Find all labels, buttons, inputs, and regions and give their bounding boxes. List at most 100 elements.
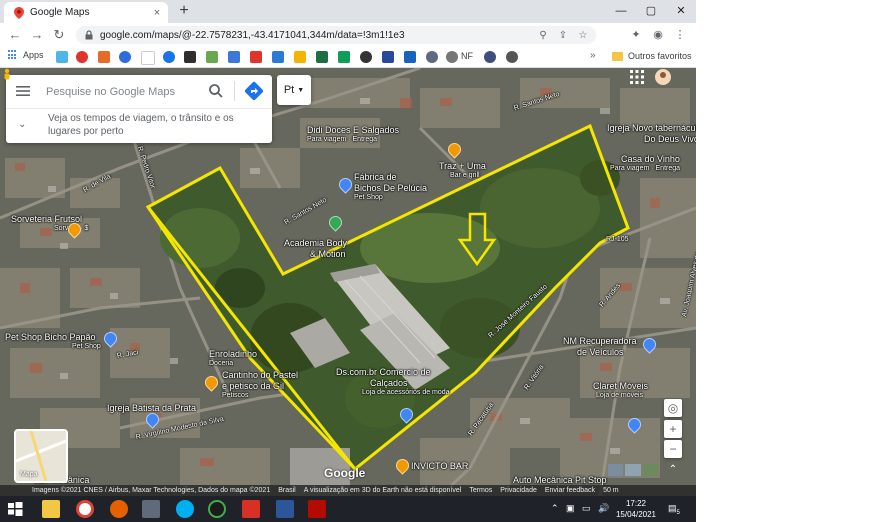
star-icon[interactable]: ☆	[576, 30, 590, 41]
extensions-icon[interactable]: ✦	[628, 27, 644, 43]
bookmark-icon[interactable]	[338, 51, 350, 63]
bookmark-icon[interactable]	[316, 51, 328, 63]
reload-button[interactable]: ↻	[50, 26, 68, 44]
map-label-traz[interactable]: Traz + Uma	[439, 161, 486, 171]
calculator-icon[interactable]	[142, 500, 160, 518]
map-label-enroladinho[interactable]: Enroladinho	[209, 349, 257, 359]
notification-count: 5	[676, 509, 680, 516]
map-label-petshop[interactable]: Pet Shop Bicho Papão	[5, 332, 96, 342]
word-icon[interactable]	[276, 500, 294, 518]
bookmark-icon[interactable]	[446, 51, 458, 63]
bookmark-icon[interactable]	[360, 51, 372, 63]
location-icon[interactable]: ⚲	[536, 30, 550, 41]
bookmark-icon[interactable]	[163, 51, 175, 63]
bookmarks-bar: Apps NF » Outros favoritos	[0, 47, 696, 68]
file-explorer-icon[interactable]	[42, 500, 60, 518]
country-link[interactable]: Brasil	[278, 487, 296, 494]
directions-icon[interactable]	[244, 81, 264, 101]
skype-icon[interactable]	[176, 500, 194, 518]
google-icon[interactable]	[141, 51, 155, 65]
volume-icon[interactable]: 🔊	[598, 503, 609, 514]
apps-grid-icon	[8, 50, 18, 60]
bookmark-icon[interactable]	[206, 51, 218, 63]
bookmark-icon[interactable]	[484, 51, 496, 63]
forward-button[interactable]: →	[28, 26, 46, 44]
back-button[interactable]: ←	[6, 26, 24, 44]
map-label-ds[interactable]: Ds.com.br Comercio de	[336, 367, 431, 377]
bookmark-icon[interactable]	[56, 51, 68, 63]
bookmark-folder-outros[interactable]: Outros favoritos	[612, 51, 692, 61]
acrobat-icon[interactable]	[308, 500, 326, 518]
map-label-nm[interactable]: NM Recuperadora	[563, 336, 637, 346]
install-icon[interactable]: ⇪	[556, 30, 570, 41]
app-icon[interactable]	[208, 500, 226, 518]
nearby-hint[interactable]: Veja os tempos de viagem, o trânsito e o…	[48, 112, 258, 138]
feedback-link[interactable]: Enviar feedback	[545, 487, 595, 494]
map-label-cantinho[interactable]: Cantinho do Pastel	[222, 370, 298, 380]
map-label-academia[interactable]: Academia Body	[284, 238, 347, 248]
map-sublabel-enroladinho: Doceria	[209, 360, 234, 367]
map-label-fabrica[interactable]: Fábrica de	[354, 172, 397, 182]
maximize-button[interactable]: ▢	[636, 2, 666, 20]
bookmark-icon[interactable]	[98, 51, 110, 63]
scale-bar[interactable]: 50 m	[603, 487, 619, 494]
bookmark-icon[interactable]	[228, 51, 240, 63]
pegman-icon[interactable]	[0, 68, 14, 82]
bookmark-icon[interactable]	[184, 51, 196, 63]
map-layer-toggle[interactable]: Mapa	[14, 429, 68, 483]
bookmark-icon[interactable]	[76, 51, 88, 63]
map-label-igreja-novo[interactable]: Igreja Novo tabernáculo	[607, 123, 696, 133]
bookmark-icon[interactable]	[426, 51, 438, 63]
map-label-igreja-batista[interactable]: Igreja Batista da Prata	[107, 403, 196, 413]
zoom-out-button[interactable]: −	[664, 440, 682, 458]
bookmark-icon[interactable]	[294, 51, 306, 63]
my-location-button[interactable]: ◎	[664, 399, 682, 417]
bookmarks-more-icon[interactable]: »	[590, 50, 596, 61]
search-icon[interactable]	[208, 83, 224, 99]
language-selector[interactable]: Pt ▼	[277, 75, 311, 105]
chrome-icon[interactable]	[76, 500, 94, 518]
terms-link[interactable]: Termos	[469, 487, 492, 494]
google-maps-pin-icon	[14, 6, 24, 19]
firefox-icon[interactable]	[110, 500, 128, 518]
map-label-auto[interactable]: Auto Mecânica Pit Stop	[513, 475, 607, 485]
profile-avatar[interactable]: ◉	[650, 27, 666, 43]
chevron-down-icon[interactable]: ⌄	[18, 119, 26, 130]
bookmark-nf[interactable]: NF	[461, 51, 473, 61]
map-label-invicto[interactable]: INVICTO BAR	[411, 461, 468, 471]
notification-icon[interactable]: ▤5	[668, 503, 680, 516]
bookmark-icon[interactable]	[272, 51, 284, 63]
bookmark-icon[interactable]	[119, 51, 131, 63]
bookmark-icon[interactable]	[250, 51, 262, 63]
imagery-thumbnails[interactable]	[608, 464, 658, 476]
bookmark-icon[interactable]	[382, 51, 394, 63]
taskbar-clock[interactable]: 17:22 15/04/2021	[614, 498, 658, 520]
network-icon[interactable]: ▭	[582, 503, 591, 514]
account-avatar-icon[interactable]	[654, 68, 672, 86]
satellite-map[interactable]: Didi Doces E Salgados Para viagem · Entr…	[0, 68, 696, 496]
new-tab-button[interactable]: +	[175, 2, 193, 20]
apps-grid-icon[interactable]	[628, 68, 646, 86]
search-input[interactable]	[44, 81, 208, 103]
bookmark-apps[interactable]: Apps	[8, 50, 44, 60]
app-icon[interactable]	[242, 500, 260, 518]
address-bar[interactable]: google.com/maps/@-22.7578231,-43.4171041…	[76, 26, 596, 44]
menu-icon[interactable]: ⋮	[672, 27, 688, 43]
tab-close-icon[interactable]: ×	[150, 7, 164, 19]
privacy-link[interactable]: Privacidade	[500, 487, 537, 494]
tray-app-icon[interactable]: ▣	[566, 503, 575, 514]
minimize-button[interactable]: —	[606, 2, 636, 20]
map-label-didi[interactable]: Didi Doces E Salgados	[307, 125, 399, 135]
bookmark-icon[interactable]	[506, 51, 518, 63]
zoom-in-button[interactable]: +	[664, 420, 682, 438]
expand-icon[interactable]: ⌃	[664, 462, 682, 478]
windows-start-icon[interactable]	[6, 500, 24, 518]
tray-expand-icon[interactable]: ⌃	[551, 503, 559, 514]
map-label-casa[interactable]: Casa do Vinho	[621, 154, 680, 164]
google-logo: Google	[324, 466, 366, 480]
hamburger-menu-icon[interactable]	[16, 84, 30, 98]
bookmark-icon[interactable]	[404, 51, 416, 63]
map-label-claret[interactable]: Claret Móveis	[593, 381, 648, 391]
close-window-button[interactable]: ✕	[666, 2, 696, 20]
tab-google-maps[interactable]: Google Maps ×	[4, 2, 168, 23]
